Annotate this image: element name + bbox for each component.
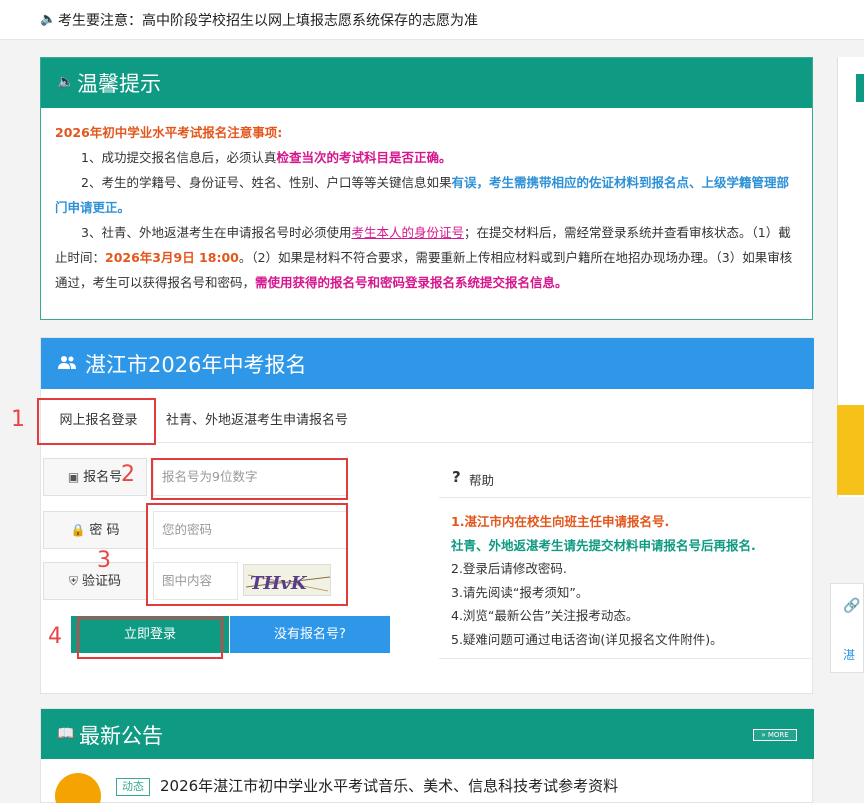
side-banner[interactable] <box>837 405 864 495</box>
help-header: ? 帮助 <box>439 458 811 498</box>
news-header: 📖 最新公告 » MORE <box>41 709 814 759</box>
no-reg-number-button[interactable]: 没有报名号? <box>230 616 390 653</box>
news-title: 最新公告 <box>79 724 163 748</box>
register-header: 湛江市2026年中考报名 <box>41 338 814 389</box>
help-item-3: 3.请先阅读“报考须知”。 <box>451 584 589 600</box>
annotation-box-4 <box>77 617 223 659</box>
id-card-icon: ▣ <box>67 470 80 484</box>
tips-p3-a: 3、社青、外地返湛考生在申请报名号时必须使用 <box>81 225 352 240</box>
tips-p2-b: 有误， <box>451 175 489 190</box>
tips-p3-d: 2026年3月9日 18:00 <box>105 250 239 265</box>
help-item-1: 1.湛江市内在校生向班主任申请报名号. <box>451 514 670 529</box>
tab-apply-number[interactable]: 社青、外地返湛考生申请报名号 <box>166 401 386 443</box>
annotation-box-3 <box>146 503 348 606</box>
more-button[interactable]: » MORE <box>753 729 797 741</box>
news-panel: 📖 最新公告 » MORE 动态 2026年湛江市初中学业水平考试音乐、美术、信… <box>40 708 814 803</box>
lock-icon: 🔒 <box>70 523 86 537</box>
help-item-1b: 社青、外地返湛考生请先提交材料申请报名号后再报名. <box>451 537 756 553</box>
label-captcha: ⛨ 验证码 <box>43 562 147 600</box>
news-item-link[interactable]: 2026年湛江市初中学业水平考试音乐、美术、信息科技考试参考资料 <box>160 775 618 796</box>
annotation-number-1: 1 <box>11 407 25 432</box>
tips-title: 温馨提示 <box>77 72 161 96</box>
tips-p3-b[interactable]: 考生本人的身份证号 <box>351 225 464 240</box>
question-icon: ? <box>452 468 461 486</box>
speaker-icon: 🔈 <box>40 12 57 27</box>
annotation-box-2 <box>151 458 348 500</box>
label-password-text: 密 码 <box>89 523 120 538</box>
side-link-text[interactable]: 湛 <box>843 646 855 663</box>
help-item-2: 2.登录后请修改密码. <box>451 561 567 576</box>
register-title: 湛江市2026年中考报名 <box>85 353 307 377</box>
book-icon: 📖 <box>57 726 75 742</box>
tips-p1-a: 1、成功提交报名信息后，必须认真 <box>81 150 277 165</box>
help-item-5: 5.疑难问题可通过电话咨询(详见报名文件附件)。 <box>451 631 723 647</box>
help-item-4: 4.浏览“最新公告”关注报考动态。 <box>451 608 639 623</box>
help-title: 帮助 <box>469 473 495 488</box>
tips-header: 🔈 温馨提示 <box>41 58 812 108</box>
tips-p2-a: 2、考生的学籍号、身份证号、姓名、性别、户口等等关键信息如果 <box>81 175 452 190</box>
annotation-box-1 <box>37 398 156 445</box>
help-list: 1.湛江市内在校生向班主任申请报名号. 社青、外地返湛考生请先提交材料申请报名号… <box>451 510 811 651</box>
annotation-number-4: 4 <box>48 624 62 649</box>
notice-text: 考生要注意：高中阶段学校招生以网上填报志愿系统保存的志愿为准 <box>58 13 478 29</box>
tips-p1-b: 检查当次的考试科目是否正确。 <box>276 150 452 165</box>
users-icon <box>58 356 76 369</box>
speaker-icon: 🔈 <box>57 74 75 90</box>
link-icon: 🔗 <box>843 598 861 614</box>
tips-body: 2026年初中学业水平考试报名注意事项: 1、成功提交报名信息后，必须认真检查当… <box>55 120 800 295</box>
shield-icon: ⛨ <box>68 574 78 588</box>
tab-divider <box>155 442 814 443</box>
news-badge: 动态 <box>116 778 150 796</box>
label-password: 🔒 密 码 <box>43 511 147 549</box>
label-reg-number-text: 报名号 <box>83 470 123 485</box>
news-item-icon <box>55 773 101 803</box>
label-captcha-text: 验证码 <box>82 574 122 589</box>
help-divider <box>439 658 811 659</box>
notice-bar: 🔈 考生要注意：高中阶段学校招生以网上填报志愿系统保存的志愿为准 <box>0 0 864 40</box>
tips-p3-f: 需使用获得的报名号和密码登录报名系统提交报名信息。 <box>255 275 568 290</box>
side-accent <box>856 74 864 102</box>
tips-heading: 2026年初中学业水平考试报名注意事项: <box>55 125 283 140</box>
side-link-box: 🔗 湛 <box>830 583 864 673</box>
annotation-number-2: 2 <box>121 462 135 487</box>
annotation-number-3: 3 <box>97 548 111 573</box>
tips-panel: 🔈 温馨提示 2026年初中学业水平考试报名注意事项: 1、成功提交报名信息后，… <box>40 57 813 320</box>
